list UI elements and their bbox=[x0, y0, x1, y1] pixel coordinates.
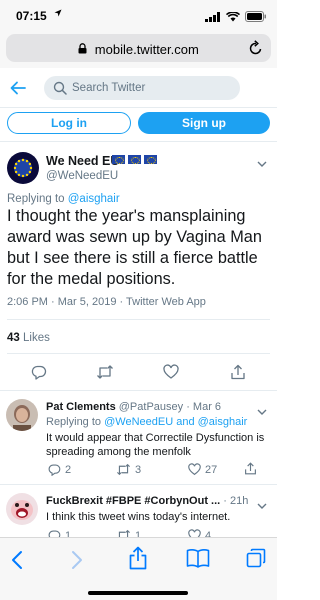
share-icon[interactable] bbox=[230, 364, 246, 385]
likes-number: 43 bbox=[7, 332, 20, 344]
reload-icon[interactable] bbox=[249, 40, 263, 61]
lock-icon bbox=[78, 42, 87, 57]
tweet-date: · 21h bbox=[223, 495, 249, 507]
divider bbox=[7, 319, 270, 320]
reply-count: 2 bbox=[65, 463, 72, 476]
chevron-down-icon[interactable] bbox=[257, 154, 267, 172]
tweet-text: I thought the year's mansplaining award … bbox=[7, 207, 262, 288]
tweet-text: It would appear that Correctile Dysfunct… bbox=[46, 432, 265, 458]
mention-link[interactable]: @WeNeedEU bbox=[104, 416, 173, 428]
login-button[interactable]: Log in bbox=[7, 112, 131, 134]
author-handle[interactable]: @PatPausey bbox=[119, 401, 183, 413]
retweet-count: 3 bbox=[135, 463, 142, 476]
eu-flag-icon bbox=[112, 155, 125, 164]
search-box[interactable] bbox=[44, 76, 240, 100]
auth-buttons: Log in Sign up bbox=[0, 112, 277, 138]
signup-button[interactable]: Sign up bbox=[138, 112, 270, 134]
browser-toolbar bbox=[0, 537, 277, 600]
eu-flag-icon bbox=[128, 155, 141, 164]
back-arrow-icon[interactable] bbox=[10, 81, 26, 100]
search-input[interactable] bbox=[72, 79, 232, 97]
twitter-header bbox=[0, 68, 277, 108]
status-time: 07:15 bbox=[16, 9, 47, 23]
ios-status-bar: 07:15 bbox=[0, 0, 277, 30]
browser-address-area: mobile.twitter.com bbox=[0, 30, 277, 68]
url-text: mobile.twitter.com bbox=[94, 42, 199, 58]
tweet-date: · Mar 6 bbox=[186, 401, 222, 413]
mention-link[interactable]: @aisghair bbox=[198, 416, 248, 428]
home-indicator bbox=[88, 591, 188, 595]
tweet-actions bbox=[0, 364, 277, 384]
location-arrow-icon bbox=[54, 9, 62, 20]
author-handle[interactable]: @WeNeedEU bbox=[46, 170, 118, 182]
like-count: 27 bbox=[205, 463, 218, 476]
tabs-icon[interactable] bbox=[246, 548, 266, 573]
replying-to: Replying to @aisghair bbox=[7, 193, 120, 205]
like-icon[interactable] bbox=[163, 364, 179, 385]
divider bbox=[7, 353, 270, 354]
author-name[interactable]: Pat Clements bbox=[46, 401, 116, 413]
reply-icon[interactable] bbox=[31, 364, 47, 385]
avatar[interactable] bbox=[6, 399, 38, 431]
replying-prefix: Replying to bbox=[7, 193, 65, 205]
share-icon[interactable] bbox=[128, 546, 148, 575]
chevron-down-icon[interactable] bbox=[257, 402, 267, 420]
reply-action[interactable]: 2 bbox=[48, 463, 71, 476]
author-name[interactable]: We Need EU bbox=[46, 154, 119, 168]
likes-count[interactable]: 43 Likes bbox=[7, 332, 50, 344]
address-bar[interactable]: mobile.twitter.com bbox=[6, 34, 271, 62]
signal-icon bbox=[205, 9, 221, 27]
replying-to: Replying to @WeNeedEU and @aisghair bbox=[46, 416, 247, 428]
replying-prefix: Replying to bbox=[46, 416, 102, 428]
reply-header: Pat Clements @PatPausey · Mar 6 bbox=[46, 401, 221, 413]
status-indicators bbox=[205, 9, 267, 27]
eu-flag-icon bbox=[144, 155, 157, 164]
bookmarks-icon[interactable] bbox=[186, 548, 210, 573]
mention-link[interactable]: @aisghair bbox=[68, 193, 120, 205]
retweet-icon[interactable] bbox=[96, 364, 114, 385]
avatar[interactable] bbox=[7, 152, 39, 184]
author-name[interactable]: FuckBrexit #FBPE #CorbynOut ... bbox=[46, 495, 220, 507]
back-icon[interactable] bbox=[11, 550, 23, 575]
battery-icon bbox=[245, 9, 267, 27]
forward-icon[interactable] bbox=[71, 550, 83, 575]
reply-header: FuckBrexit #FBPE #CorbynOut ... · 21h bbox=[46, 495, 248, 507]
retweet-action[interactable]: 3 bbox=[116, 463, 141, 476]
tweet-timestamp: 2:06 PM · Mar 5, 2019 · Twitter Web App bbox=[7, 296, 206, 308]
like-action[interactable]: 27 bbox=[188, 463, 217, 476]
search-icon bbox=[53, 81, 67, 100]
reply-tweet[interactable]: Pat Clements @PatPausey · Mar 6 Replying… bbox=[0, 391, 277, 484]
replying-and: and bbox=[176, 416, 195, 428]
avatar[interactable] bbox=[6, 493, 38, 525]
tweet-text: I think this tweet wins today's internet… bbox=[46, 511, 231, 523]
share-icon[interactable] bbox=[244, 462, 257, 475]
eu-flags bbox=[112, 155, 157, 164]
reply-tweet[interactable]: FuckBrexit #FBPE #CorbynOut ... · 21h I … bbox=[0, 485, 277, 542]
likes-label: Likes bbox=[23, 332, 50, 344]
wifi-icon bbox=[225, 9, 241, 27]
main-tweet: We Need EU @WeNeedEU Replying to @aisgha… bbox=[0, 142, 277, 385]
